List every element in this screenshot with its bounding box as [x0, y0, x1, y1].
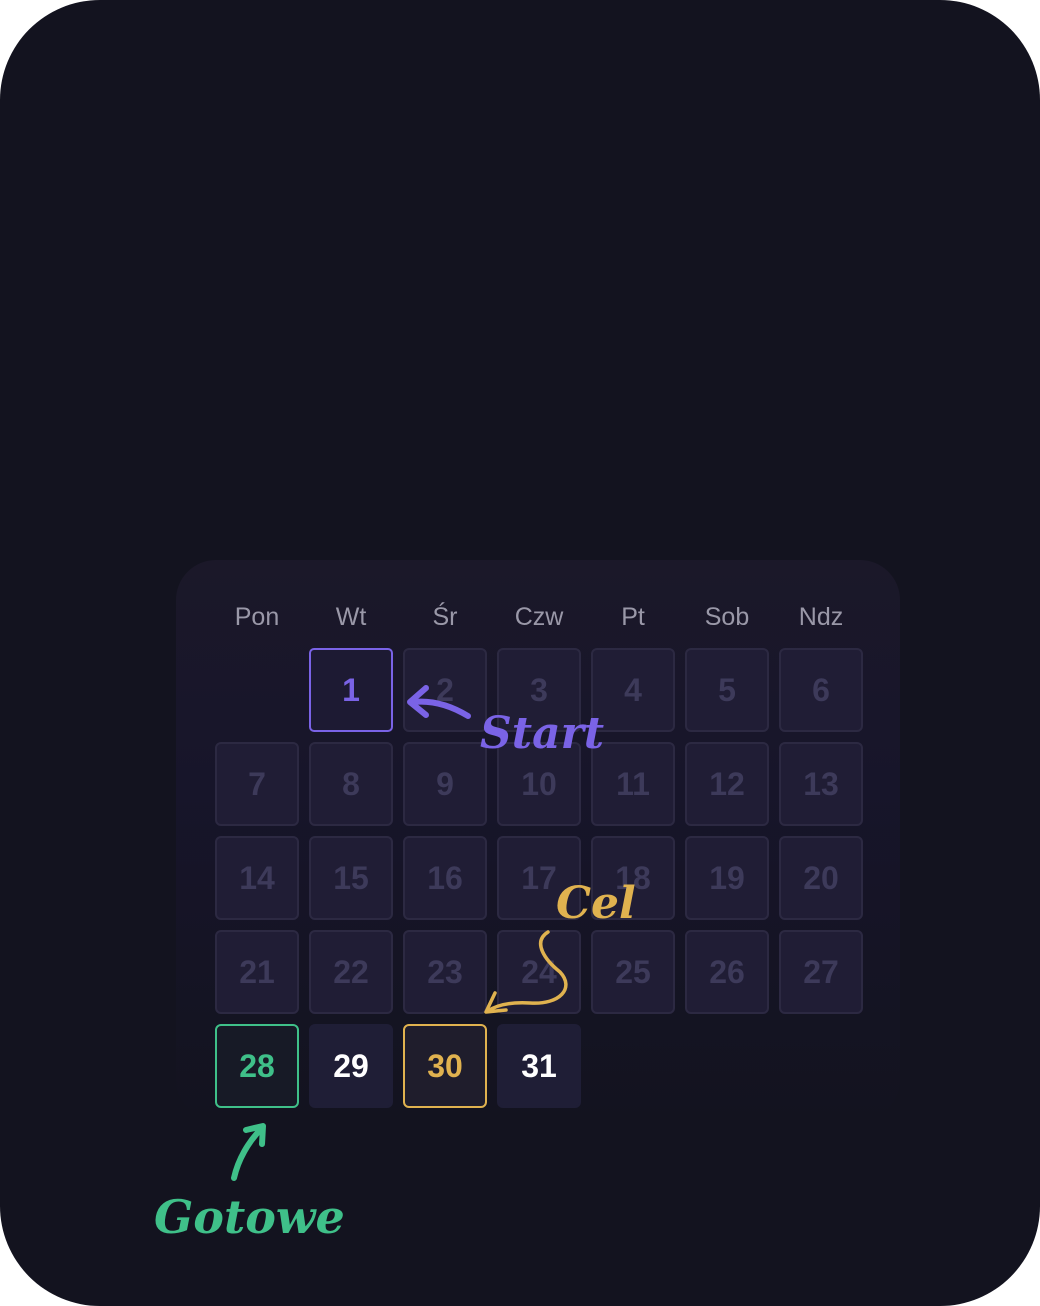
start-label: Start [480, 708, 605, 759]
app-screen: Pon Wt Śr Czw Pt Sob Ndz 1 2 3 4 5 6 7 8… [0, 0, 1040, 1306]
goal-arrow-icon [484, 930, 568, 1014]
annotation-arrows [231, 685, 568, 1181]
done-arrow-icon [231, 1123, 266, 1181]
done-label: Gotowe [154, 1190, 345, 1244]
start-arrow-icon [407, 685, 471, 719]
goal-label: Cel [556, 878, 636, 929]
